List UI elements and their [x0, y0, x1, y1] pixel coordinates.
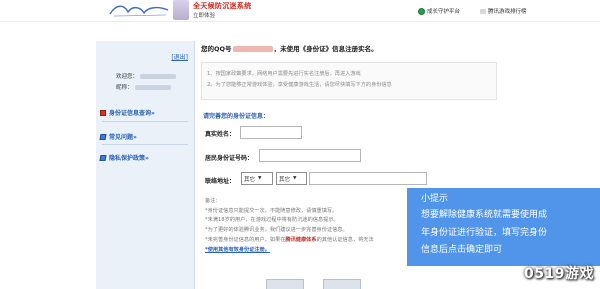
top-bar: 全天候防沉迷系统 立即体验 成长守护平台 腾讯游戏排行榜 [0, 0, 600, 22]
sidebar-item-id-query[interactable]: 身份证信息查询» [100, 108, 155, 117]
book-icon [100, 109, 106, 116]
province-select-value: 其它 [244, 176, 256, 183]
site-watermark: 0519游戏 [524, 266, 594, 282]
game-ranking-label: 腾讯游戏排行榜 [488, 9, 527, 15]
remark-tail: 的其他认证信息，将无法 [316, 236, 374, 243]
qq-number-redacted [232, 46, 273, 52]
ranking-icon [480, 8, 486, 14]
greeting-prefix: 您的QQ号 [201, 45, 232, 53]
growth-guard-icon [418, 7, 425, 15]
chevron-down-icon: ▼ [293, 176, 297, 181]
nickname-row: 昵称： [116, 83, 171, 91]
tip-line: 想要解除健康系统就需要使用成 [421, 210, 548, 220]
chevron-down-icon: ▼ [258, 176, 262, 181]
growth-guard-link[interactable]: 成长守护平台 [418, 7, 460, 15]
notice-line: 2、为了您能够正常游戏体验，享受健康游戏生活，请您尽快填写下方的身份信息 [207, 82, 392, 88]
welcome-value-redacted [140, 74, 177, 79]
mascot-avatar [173, 0, 189, 20]
real-name-label: 真实姓名： [205, 131, 236, 138]
brand-logo [109, 5, 169, 17]
city-select[interactable]: 其它 ▼ [276, 172, 307, 185]
sidebar-item-label: 常见问题» [109, 134, 137, 141]
tip-body: 想要解除健康系统就需要使用成 年身份证进行验证，填写完身份 信息后点击确定即可 [421, 207, 586, 260]
tip-overlay: 小提示 想要解除健康系统就需要使用成 年身份证进行验证，填写完身份 信息后点击确… [407, 188, 600, 266]
address-input[interactable] [309, 172, 427, 185]
welcome-label: 欢迎您： [116, 74, 139, 80]
address-label: 联络地址： [205, 178, 236, 185]
other-id-register-link[interactable]: *使用其他有效身份证注册。 [205, 246, 374, 256]
sidebar: [退出] 欢迎您： 昵称： 身份证信息查询» 常见问题» 隐私保护政策» [96, 41, 195, 289]
brand-title[interactable]: 全天候防沉迷系统 [193, 1, 251, 11]
nickname-label: 昵称： [116, 85, 133, 91]
remark-line: *未完善身份证信息的用户，如果在 [205, 236, 286, 243]
remark-line: *未满18岁的用户，在游戏过程中将有防沉迷的信息提示。 [205, 217, 339, 224]
section-title: 请完善您的身份证信息： [203, 113, 270, 120]
sidebar-item-faq[interactable]: 常见问题» [99, 132, 137, 141]
city-select-value: 其它 [279, 176, 291, 183]
remark-line-4: *未完善身份证信息的用户，如果在腾讯健康体系的其他认证信息，将无法 [205, 236, 374, 246]
welcome-row: 欢迎您： [116, 72, 177, 80]
pencil-icon [99, 154, 107, 161]
greeting-suffix: ，未使用《身份证》信息注册实名。 [273, 45, 378, 53]
id-number-label: 居民身份证号码： [205, 155, 254, 162]
tip-line: 信息后点击确定即可 [421, 245, 503, 255]
greeting: 您的QQ号 ，未使用《身份证》信息注册实名。 [201, 43, 378, 53]
notice-line: 1、按国家政策要求，网络用户需要先进行实名注册后，再进入游戏 [207, 71, 361, 77]
brand-subtitle[interactable]: 立即体验 [193, 11, 215, 19]
sidebar-item-privacy[interactable]: 隐私保护政策» [99, 153, 149, 162]
tip-line: 年身份证进行验证，填写完身份 [421, 227, 548, 238]
real-name-input[interactable] [240, 126, 302, 139]
remark-line: *身份证信息只能提交一次，不能随意修改，请慎重填写。 [205, 207, 338, 214]
nickname-value-redacted [134, 85, 171, 90]
logout-link[interactable]: [退出] [171, 52, 188, 61]
sidebar-divider [102, 121, 188, 122]
remarks-heading: 备注： [205, 198, 221, 204]
id-number-input[interactable] [259, 149, 361, 162]
growth-guard-label: 成长守护平台 [427, 9, 461, 15]
game-ranking-link[interactable]: 腾讯游戏排行榜 [480, 7, 527, 15]
tip-title: 小提示 [421, 194, 449, 204]
remarks: 备注： *身份证信息只能提交一次，不能随意修改，请慎重填写。 *未满18岁的用户… [205, 197, 374, 255]
pencil-icon [99, 133, 107, 140]
notice-box: 1、按国家政策要求，网络用户需要先进行实名注册后，再进入游戏 2、为了您能够正常… [201, 62, 497, 100]
sidebar-item-label: 隐私保护政策» [109, 155, 149, 162]
province-select[interactable]: 其它 ▼ [241, 172, 273, 185]
sidebar-item-label: 身份证信息查询» [109, 110, 155, 117]
remark-line: *为了更好的体验腾讯业务，我们建议进一步完善身份证信息。 [205, 227, 348, 234]
health-system-link[interactable]: 腾讯健康体系 [285, 237, 316, 243]
reset-button[interactable] [323, 279, 361, 289]
confirm-button[interactable] [266, 279, 304, 289]
sidebar-divider [102, 144, 188, 145]
